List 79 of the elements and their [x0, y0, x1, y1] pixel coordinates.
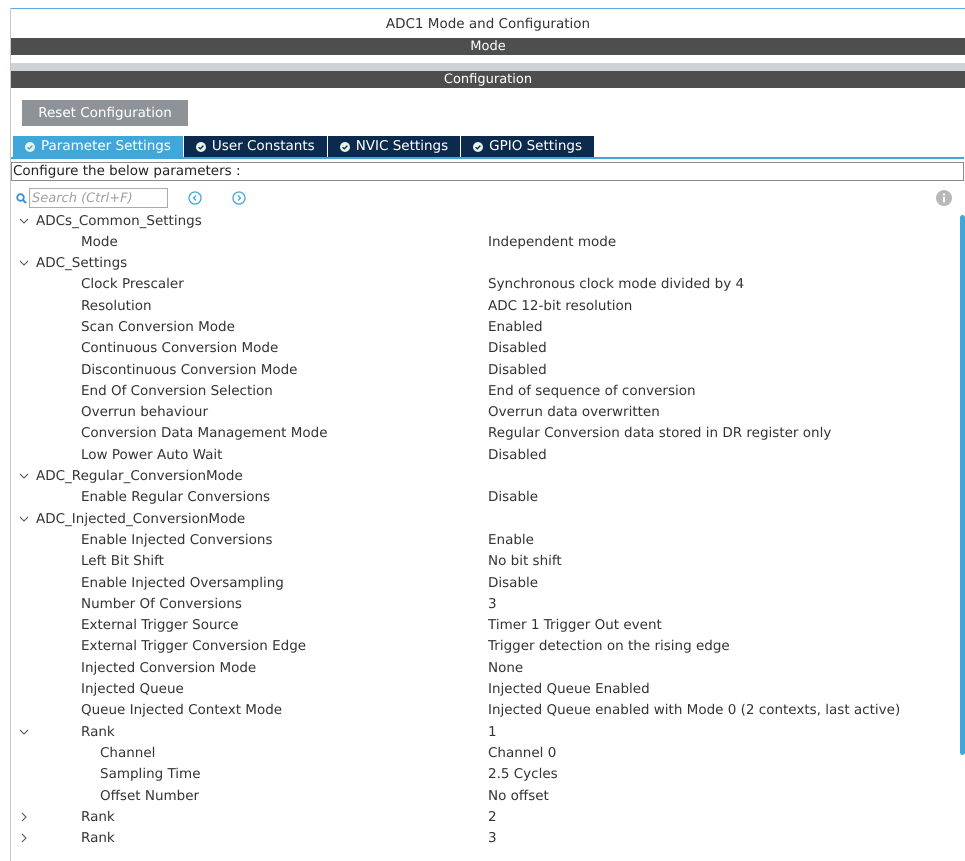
- mode-header[interactable]: Mode: [11, 38, 965, 55]
- parameter-value[interactable]: Disable: [488, 572, 538, 593]
- parameter-name: Resolution: [81, 296, 152, 316]
- group-label: ADC_Injected_ConversionMode: [36, 510, 246, 529]
- parameter-name: Offset Number: [100, 786, 200, 806]
- parameter-name: Continuous Conversion Mode: [81, 339, 278, 358]
- parameter-name: Enable Regular Conversions: [81, 488, 270, 508]
- check-icon: [196, 142, 206, 152]
- tab[interactable]: GPIO Settings: [461, 136, 594, 157]
- parameter-name: Clock Prescaler: [81, 275, 184, 294]
- check-icon: [25, 142, 35, 152]
- check-icon: [340, 142, 350, 152]
- parameter-name: Number Of Conversions: [81, 594, 242, 614]
- parameter-name: Queue Injected Context Mode: [81, 701, 282, 720]
- parameter-name: End Of Conversion Selection: [81, 382, 273, 401]
- chevron-down-icon[interactable]: [19, 216, 29, 226]
- parameter-value[interactable]: Overrun data overwritten: [488, 402, 660, 422]
- parameter-value[interactable]: End of sequence of conversion: [488, 380, 696, 402]
- search-field[interactable]: Search (Ctrl+F): [29, 188, 168, 208]
- parameter-value[interactable]: 2.5 Cycles: [488, 764, 558, 784]
- chevron-down-icon[interactable]: [19, 258, 29, 268]
- parameter-name: Left Bit Shift: [81, 552, 164, 572]
- parameter-value[interactable]: Independent mode: [488, 232, 616, 252]
- parameter-name: Enable Injected Conversions: [81, 530, 272, 550]
- panel-title: ADC1 Mode and Configuration: [384, 15, 592, 34]
- parameter-name: Conversion Data Management Mode: [81, 424, 328, 444]
- parameter-value[interactable]: ADC 12-bit resolution: [488, 296, 632, 316]
- parameter-name: External Trigger Conversion Edge: [81, 637, 306, 656]
- parameter-value[interactable]: Enable: [488, 530, 534, 550]
- parameter-name: Overrun behaviour: [81, 403, 208, 422]
- parameter-name: Scan Conversion Mode: [81, 318, 235, 337]
- parameter-value[interactable]: No bit shift: [488, 551, 562, 572]
- parameter-value[interactable]: 2: [488, 806, 497, 828]
- parameter-name: Mode: [81, 232, 118, 252]
- parameter-value[interactable]: Disable: [488, 487, 538, 508]
- previous-icon[interactable]: [188, 191, 202, 205]
- parameter-name: Channel: [100, 744, 156, 763]
- parameter-name: External Trigger Source: [81, 616, 239, 636]
- parameter-value[interactable]: Channel 0: [488, 742, 556, 764]
- parameter-value[interactable]: Injected Queue Enabled: [488, 679, 650, 700]
- parameter-name: Rank: [81, 808, 115, 827]
- scrollbar[interactable]: [960, 215, 965, 755]
- chevron-right-icon[interactable]: [19, 833, 29, 844]
- search-icon: [16, 192, 27, 204]
- chevron-down-icon[interactable]: [19, 514, 29, 524]
- group-label: ADC_Settings: [36, 254, 128, 274]
- check-icon: [473, 142, 484, 152]
- parameter-value[interactable]: Regular Conversion data stored in DR register only: [488, 423, 832, 444]
- configuration-header[interactable]: Configuration: [11, 71, 965, 88]
- parameter-value[interactable]: Synchronous clock mode divided by 4: [488, 274, 744, 295]
- tab[interactable]: NVIC Settings: [328, 136, 460, 157]
- next-icon[interactable]: [232, 191, 246, 205]
- instruction-text: Configure the below parameters :: [11, 162, 964, 181]
- chevron-down-icon[interactable]: [19, 471, 29, 482]
- parameter-name: Rank: [81, 722, 115, 742]
- parameter-name: Sampling Time: [100, 765, 201, 784]
- parameter-value[interactable]: Enabled: [488, 317, 543, 338]
- group-label: ADCs_Common_Settings: [36, 212, 202, 231]
- parameter-name: Injected Conversion Mode: [81, 658, 256, 678]
- parameter-value[interactable]: Timer 1 Trigger Out event: [488, 615, 662, 636]
- parameter-value[interactable]: Injected Queue enabled with Mode 0 (2 contexts, last active): [488, 700, 900, 721]
- parameter-name: Rank: [81, 829, 115, 848]
- parameter-name: Discontinuous Conversion Mode: [81, 360, 298, 380]
- parameter-value[interactable]: 3: [488, 828, 497, 848]
- parameter-value[interactable]: None: [488, 658, 524, 678]
- parameter-name: Low Power Auto Wait: [81, 446, 222, 465]
- parameter-name: Injected Queue: [81, 680, 184, 700]
- parameter-name: Enable Injected Oversampling: [81, 574, 284, 593]
- tab[interactable]: User Constants: [184, 136, 327, 157]
- parameter-value[interactable]: Disabled: [488, 444, 547, 466]
- parameter-value[interactable]: Trigger detection on the rising edge: [488, 636, 730, 657]
- parameter-value[interactable]: 1: [488, 722, 497, 742]
- parameter-value[interactable]: 3: [488, 594, 497, 614]
- group-label: ADC_Regular_ConversionMode: [36, 467, 243, 486]
- chevron-right-icon[interactable]: [19, 812, 29, 822]
- parameter-value[interactable]: No offset: [488, 786, 549, 806]
- parameter-value[interactable]: Disabled: [488, 338, 547, 359]
- chevron-down-icon[interactable]: [19, 726, 29, 737]
- parameter-value[interactable]: Disabled: [488, 360, 547, 380]
